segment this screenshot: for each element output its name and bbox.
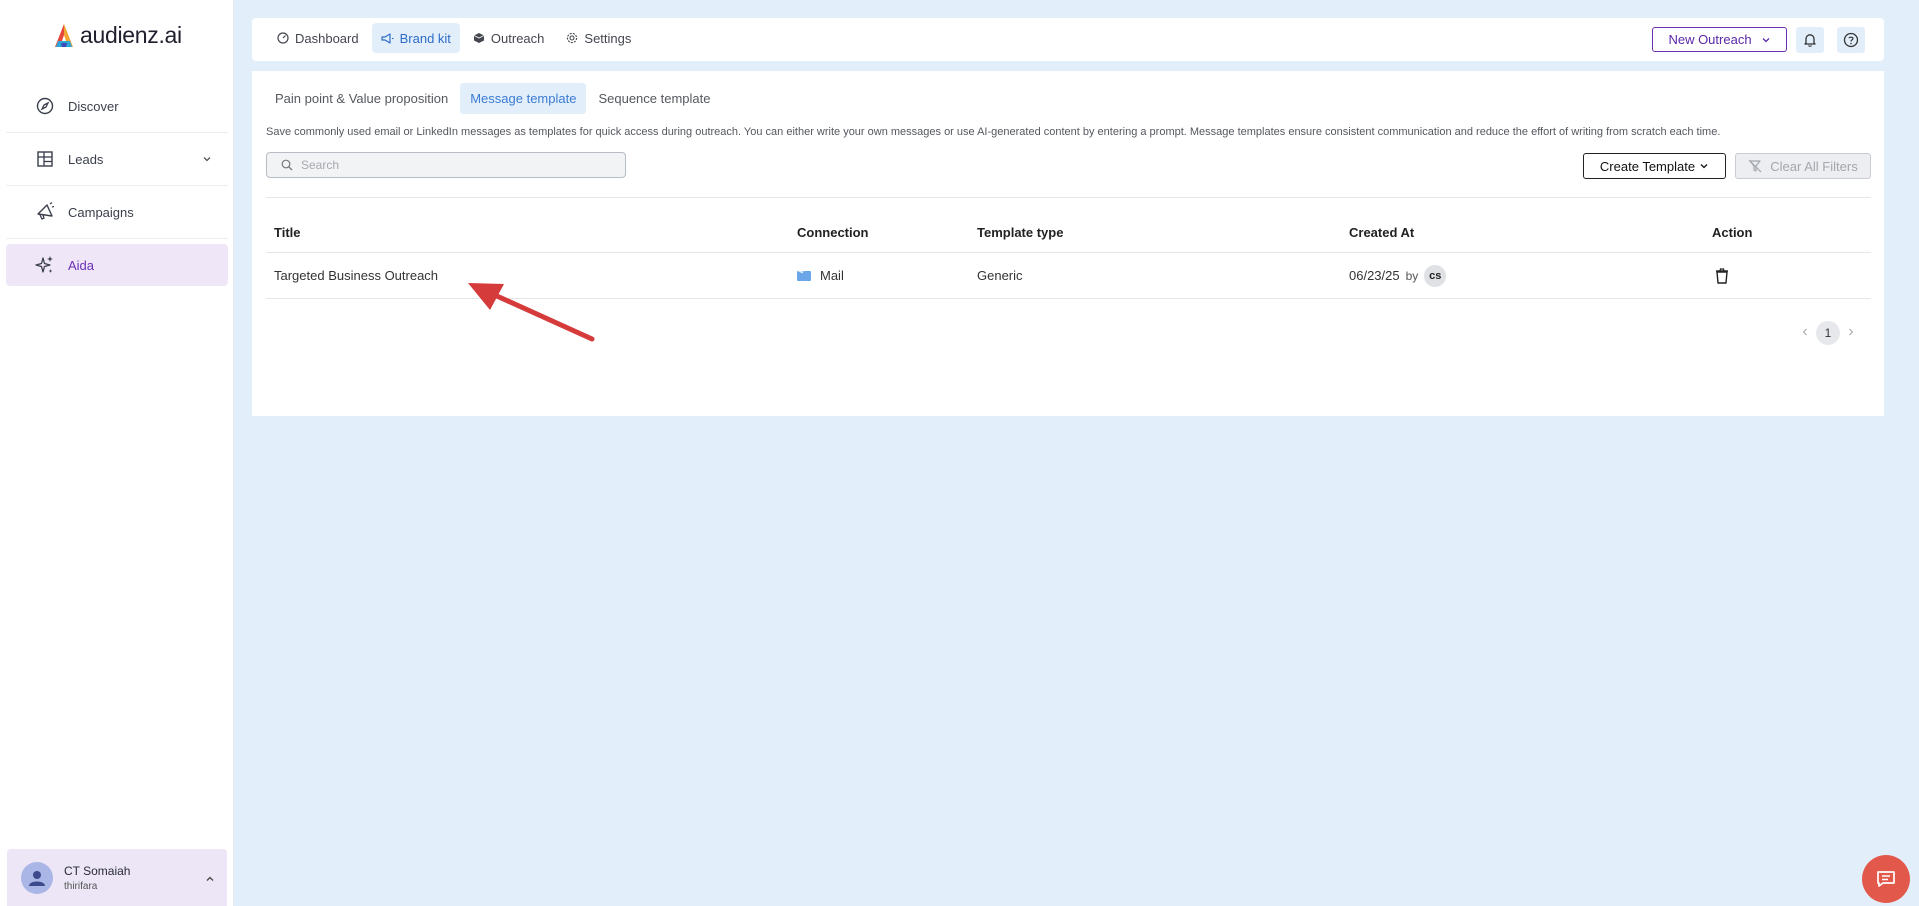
sidebar-item-label: Leads <box>68 151 104 167</box>
page-description: Save commonly used email or LinkedIn mes… <box>266 126 1721 138</box>
tab-label: Settings <box>584 30 632 46</box>
chevron-down-icon <box>1700 164 1708 169</box>
connection-label: Mail <box>820 268 844 283</box>
next-page-icon[interactable] <box>1846 326 1856 340</box>
person-icon <box>29 870 45 886</box>
compass-icon <box>34 95 56 117</box>
column-header-template-type[interactable]: Template type <box>977 213 1063 252</box>
sidebar-item-label: Aida <box>68 257 95 273</box>
table-icon <box>34 148 56 170</box>
chat-icon <box>1877 871 1895 887</box>
connection-cell: Mail <box>797 253 844 298</box>
divider <box>266 197 1871 198</box>
chat-widget-button[interactable] <box>1862 855 1910 903</box>
tab-settings[interactable]: Settings <box>557 23 640 53</box>
template-title[interactable]: Targeted Business Outreach <box>274 253 438 298</box>
sidebar-item-aida[interactable]: Aida <box>6 244 228 286</box>
delete-button[interactable] <box>1715 253 1729 298</box>
sparkle-icon <box>34 254 56 276</box>
brand-name: audienz.ai <box>80 22 182 48</box>
tab-label: Dashboard <box>295 30 359 46</box>
column-header-created-at[interactable]: Created At <box>1349 213 1414 252</box>
column-header-connection[interactable]: Connection <box>797 213 869 252</box>
created-date: 06/23/25 <box>1349 268 1400 283</box>
sidebar-item-label: Discover <box>68 98 119 114</box>
box-icon <box>473 33 485 43</box>
prev-page-icon[interactable] <box>1800 326 1810 340</box>
chevron-down-icon <box>1762 37 1770 42</box>
sidebar-item-leads[interactable]: Leads <box>6 133 228 186</box>
new-outreach-label: New Outreach <box>1668 32 1752 47</box>
bell-icon <box>1804 34 1816 47</box>
sidebar-item-campaigns[interactable]: Campaigns <box>6 186 228 239</box>
sidebar: audienz.ai Discover Leads Campaigns Aida… <box>0 0 234 906</box>
user-name: CT Somaiah <box>64 863 131 878</box>
column-header-action: Action <box>1712 225 1753 240</box>
notifications-button[interactable] <box>1796 27 1824 53</box>
help-button[interactable] <box>1837 27 1865 53</box>
audienz-logo-icon <box>55 23 73 47</box>
message-template-panel: Pain point & Value proposition Message t… <box>252 71 1884 416</box>
pagination: 1 <box>1800 321 1856 345</box>
megaphone-icon <box>381 33 394 44</box>
megaphone-icon <box>34 201 56 223</box>
template-type: Generic <box>977 268 1023 283</box>
tab-pain-point[interactable]: Pain point & Value proposition <box>265 83 458 114</box>
tab-label: Outreach <box>490 30 545 46</box>
brand-logo[interactable]: audienz.ai <box>52 22 182 49</box>
tab-brand-kit[interactable]: Brand kit <box>371 23 460 53</box>
user-org: thirifara <box>64 880 98 892</box>
annotation-arrow-icon <box>468 283 595 342</box>
column-header-title[interactable]: Title <box>274 213 301 252</box>
search-input[interactable] <box>301 158 601 172</box>
tab-label: Brand kit <box>399 30 451 46</box>
tab-outreach[interactable]: Outreach <box>464 23 553 53</box>
chevron-down-icon[interactable] <box>202 151 212 169</box>
help-icon <box>1843 32 1859 48</box>
create-template-label: Create Template <box>1599 158 1696 174</box>
clear-filters-label: Clear All Filters <box>1770 158 1858 174</box>
mail-icon <box>797 270 811 281</box>
trash-icon <box>1716 267 1728 284</box>
page-number[interactable]: 1 <box>1816 321 1840 345</box>
tab-message-template[interactable]: Message template <box>460 83 587 114</box>
top-nav: Dashboard Brand kit Outreach Settings <box>268 23 640 53</box>
sidebar-item-label: Campaigns <box>68 204 134 220</box>
created-at-cell: 06/23/25 by cs <box>1349 253 1447 298</box>
subtabs: Pain point & Value proposition Message t… <box>265 83 720 114</box>
clear-all-filters-button[interactable]: Clear All Filters <box>1735 153 1871 179</box>
creator-avatar: cs <box>1424 264 1447 287</box>
sidebar-item-discover[interactable]: Discover <box>6 80 228 133</box>
gear-icon <box>567 32 578 44</box>
user-profile[interactable]: CT Somaiah thirifara <box>7 849 227 906</box>
table-header: Title Connection Template type Created A… <box>266 213 1871 253</box>
avatar <box>21 861 53 894</box>
tab-sequence-template[interactable]: Sequence template <box>588 83 720 114</box>
new-outreach-button[interactable]: New Outreach <box>1652 27 1787 52</box>
sidebar-nav: Discover Leads Campaigns Aida <box>0 80 234 286</box>
created-by-label: by <box>1405 268 1419 283</box>
chevron-up-icon[interactable] <box>205 871 215 889</box>
search-box <box>266 152 626 178</box>
gauge-icon <box>277 32 289 44</box>
create-template-button[interactable]: Create Template <box>1583 153 1726 179</box>
tab-dashboard[interactable]: Dashboard <box>268 23 368 53</box>
search-icon <box>281 159 293 171</box>
filter-off-icon <box>1748 159 1762 173</box>
top-bar: Dashboard Brand kit Outreach Settings Ne… <box>252 18 1884 61</box>
